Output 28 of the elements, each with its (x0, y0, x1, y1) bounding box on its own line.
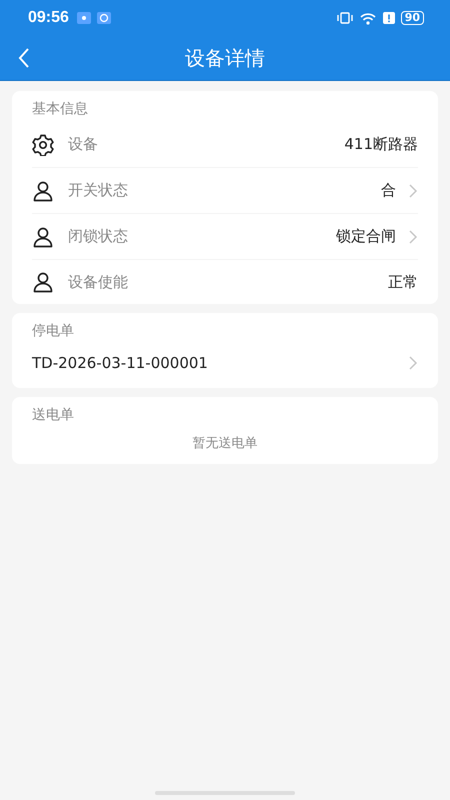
field-label: 设备 (68, 135, 99, 154)
field-label: 设备使能 (68, 272, 129, 292)
person-icon (32, 226, 54, 248)
chat-icon (96, 12, 111, 24)
back-icon (18, 48, 30, 68)
settings-icon (32, 134, 54, 156)
field-value: 正常 (388, 272, 418, 292)
page-title: 设备详情 (185, 44, 265, 72)
status-time: 09:56 (28, 9, 69, 27)
field-label: 开关状态 (68, 181, 129, 200)
field-value: 411断路器 (344, 135, 418, 154)
order-number: TD-2026-03-11-000001 (32, 354, 208, 372)
wifi-icon (358, 12, 377, 24)
chevron-icon (408, 355, 418, 371)
section-title: 送电单 (32, 406, 75, 425)
section-title: 基本信息 (32, 100, 89, 119)
empty-message: 暂无送电单 (192, 435, 258, 452)
person-icon (32, 271, 54, 293)
notification-icon (76, 12, 91, 24)
field-label: 闭锁状态 (68, 227, 129, 246)
field-value: 锁定合闸 (336, 227, 396, 246)
person-icon (32, 180, 54, 202)
section-title: 停电单 (32, 322, 75, 341)
order-item[interactable]: TD-2026-03-11-000001 (32, 344, 418, 388)
field-value: 合 (381, 181, 396, 200)
battery-level: 90 (400, 11, 424, 25)
alert-icon (382, 12, 395, 24)
vibrate-icon (336, 12, 353, 24)
